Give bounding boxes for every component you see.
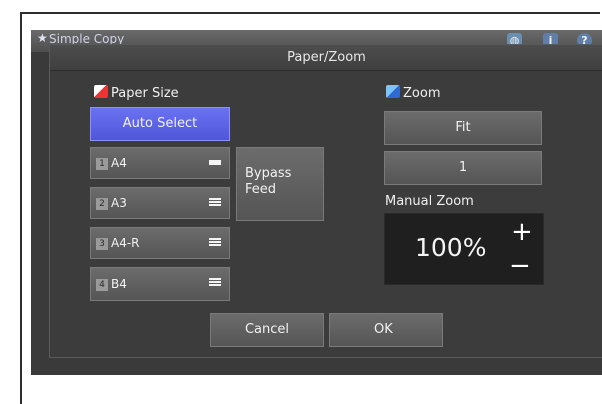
- manual-zoom-display: 100% + −: [384, 213, 544, 285]
- paper-size-label: Paper Size: [111, 86, 179, 101]
- tray-2-button[interactable]: 2 A3: [90, 187, 230, 219]
- zoom-increase-button[interactable]: +: [511, 219, 533, 245]
- paper-icon: [94, 85, 108, 98]
- paper-size-heading: Paper Size: [94, 85, 179, 101]
- zoom-label: Zoom: [403, 86, 441, 101]
- tray-paper-size: A3: [111, 196, 127, 210]
- tray-paper-size: A4: [111, 156, 127, 170]
- tray-number: 3: [96, 238, 108, 250]
- paper-level-full-icon: [209, 198, 221, 207]
- ok-button[interactable]: OK: [329, 313, 443, 347]
- zoom-heading: Zoom: [386, 85, 440, 101]
- tray-4-button[interactable]: 4 B4: [90, 267, 230, 301]
- paper-zoom-dialog: Paper/Zoom Paper Size Auto Select 1 A4 2A…: [49, 44, 602, 358]
- cancel-button[interactable]: Cancel: [210, 313, 324, 347]
- bypass-feed-button[interactable]: Bypass Feed: [236, 147, 324, 221]
- tray-paper-size: B4: [111, 277, 127, 291]
- dialog-title: Paper/Zoom: [50, 45, 602, 71]
- tray-number: 4: [96, 279, 108, 291]
- zoom-icon: [386, 85, 400, 98]
- paper-level-full-icon: [209, 278, 221, 287]
- paper-level-low-icon: [209, 160, 221, 165]
- tray-number: 2: [96, 198, 108, 210]
- tray-1-button[interactable]: 1 A4: [90, 147, 230, 179]
- zoom-decrease-button[interactable]: −: [509, 253, 531, 279]
- zoom-value: 100%: [415, 233, 487, 262]
- tray-number: 1: [96, 158, 108, 170]
- paper-level-full-icon: [209, 238, 221, 247]
- tray-3-button[interactable]: 3 A4-R: [90, 227, 230, 259]
- star-icon: ★: [37, 31, 48, 45]
- device-screen: ★ Simple Copy ◍ i ? Paper/Zoom Paper Siz…: [31, 30, 602, 375]
- auto-select-button[interactable]: Auto Select: [90, 107, 230, 141]
- manual-zoom-label: Manual Zoom: [385, 194, 474, 209]
- zoom-preset-1-button[interactable]: 1: [384, 151, 542, 185]
- fit-button[interactable]: Fit: [384, 111, 542, 145]
- tray-paper-size: A4-R: [111, 236, 140, 250]
